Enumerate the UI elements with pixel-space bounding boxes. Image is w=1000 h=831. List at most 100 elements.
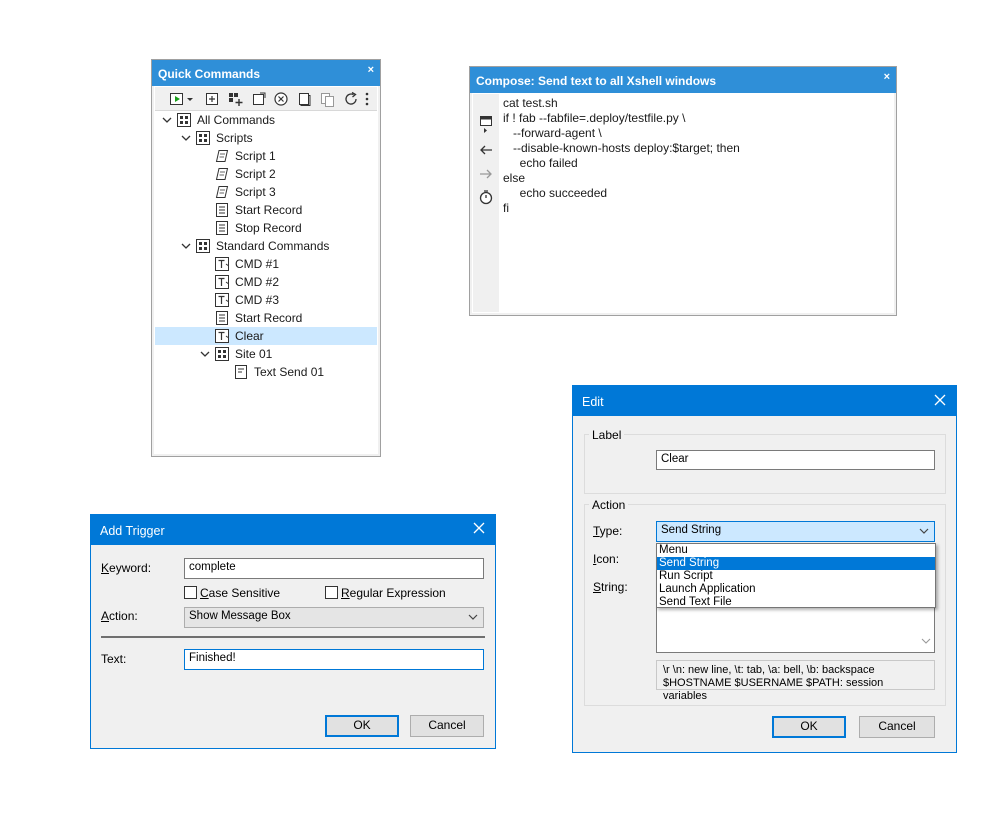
tree-item[interactable]: Script 2 [155, 165, 377, 183]
timer-icon[interactable] [478, 189, 494, 205]
refresh-icon[interactable] [343, 91, 359, 107]
quick-commands-panel: Quick Commands × All Commands Scripts Sc… [151, 59, 381, 457]
action-select[interactable]: Show Message Box [184, 607, 484, 628]
type-option[interactable]: Menu [657, 544, 935, 557]
tree-item[interactable]: Clear [155, 327, 377, 345]
compose-close-button[interactable]: × [884, 71, 890, 83]
type-option[interactable]: Run Script [657, 570, 935, 583]
dropdown-arrow-icon[interactable] [186, 91, 194, 107]
tree-item-label: All Commands [197, 113, 276, 127]
text-cmd-icon [215, 275, 229, 289]
tree-item[interactable]: CMD #1 [155, 255, 377, 273]
tree-item[interactable]: All Commands [155, 111, 377, 129]
back-arrow-icon[interactable] [478, 142, 494, 158]
tree-item-label: Script 2 [235, 167, 276, 181]
edit-icon[interactable] [251, 91, 267, 107]
text-cmd-icon [215, 293, 229, 307]
quick-commands-toolbar [155, 87, 377, 111]
separator [101, 636, 485, 638]
compose-text-area[interactable]: cat test.sh if ! fab --fabfile=.deploy/te… [503, 94, 893, 312]
tree-item[interactable]: Start Record [155, 201, 377, 219]
compose-text-line: else [503, 171, 526, 185]
keyword-label: Keyword: [101, 561, 152, 575]
type-dropdown-list[interactable]: Menu Send String Run Script Launch Applicat… [656, 543, 936, 608]
tree-item[interactable]: CMD #3 [155, 291, 377, 309]
compose-titlebar[interactable]: Compose: Send text to all Xshell windows… [470, 67, 896, 93]
tree-item-label: Start Record [235, 311, 303, 325]
tree-item[interactable]: Site 01 [155, 345, 377, 363]
close-icon[interactable] [472, 521, 486, 535]
tree-item[interactable]: Start Record [155, 309, 377, 327]
type-option[interactable]: Send String [657, 557, 935, 570]
cancel-button[interactable]: Cancel [410, 715, 484, 737]
label-input[interactable]: Clear [656, 450, 935, 470]
expand-chevron-icon[interactable] [161, 114, 173, 126]
tree-item[interactable]: Scripts [155, 129, 377, 147]
command-tree[interactable]: All Commands Scripts Script 1 Script 2 Scrip… [155, 111, 377, 453]
more-icon[interactable] [363, 91, 371, 107]
tree-item[interactable]: Text Send 01 [155, 363, 377, 381]
ok-button[interactable]: OK [325, 715, 399, 737]
tree-item-label: Clear [235, 329, 264, 343]
action-label: Action: [101, 609, 138, 623]
tree-item[interactable]: Standard Commands [155, 237, 377, 255]
edit-dialog: Edit Label Clear Action Type: Send Strin… [572, 385, 957, 753]
quick-commands-title: Quick Commands [158, 67, 261, 81]
close-icon[interactable] [933, 393, 947, 407]
add-trigger-dialog: Add Trigger Keyword: complete Case Sensi… [90, 514, 496, 749]
compose-text-line: --forward-agent \ [503, 126, 602, 140]
record-icon [215, 221, 229, 235]
add-group-icon[interactable] [227, 91, 243, 107]
edit-titlebar[interactable]: Edit [573, 386, 956, 416]
compose-text-line: if ! fab --fabfile=.deploy/testfile.py \ [503, 111, 686, 125]
group-icon [177, 113, 191, 127]
copy-icon[interactable] [296, 91, 312, 107]
tree-item-label: Site 01 [235, 347, 273, 361]
compose-title: Compose: Send text to all Xshell windows [476, 74, 717, 88]
quick-commands-close-button[interactable]: × [368, 64, 374, 76]
scroll-down-icon[interactable] [921, 636, 931, 649]
variables-hint-line: $HOSTNAME $USERNAME $PATH: session varia… [663, 677, 884, 702]
run-icon[interactable] [169, 91, 185, 107]
tree-item-label: Scripts [216, 131, 253, 145]
type-label: Type: [593, 524, 623, 538]
type-option[interactable]: Launch Application [657, 583, 935, 596]
escape-hint: \r \n: new line, \t: tab, \a: bell, \b: … [656, 660, 935, 702]
script-icon [215, 167, 229, 181]
tree-item[interactable]: Script 1 [155, 147, 377, 165]
tree-item[interactable]: CMD #2 [155, 273, 377, 291]
record-icon [215, 203, 229, 217]
chevron-down-icon [918, 525, 930, 537]
text-file-icon [234, 365, 248, 379]
tree-item-label: Text Send 01 [254, 365, 325, 379]
icon-label: Icon: [593, 552, 620, 566]
expand-chevron-icon[interactable] [180, 132, 192, 144]
expand-chevron-icon[interactable] [199, 348, 211, 360]
compose-sidebar [473, 94, 499, 312]
delete-icon[interactable] [273, 91, 289, 107]
text-cmd-icon [215, 257, 229, 271]
paste-icon[interactable] [319, 91, 335, 107]
regular-expression-checkbox[interactable] [325, 586, 338, 599]
list-icon [196, 239, 210, 253]
regular-expression-label: Regular Expression [341, 586, 446, 600]
type-select[interactable]: Send String [656, 521, 935, 542]
type-option[interactable]: Send Text File [657, 596, 935, 609]
add-icon[interactable] [204, 91, 220, 107]
tree-item[interactable]: Stop Record [155, 219, 377, 237]
tree-item-label: Script 1 [235, 149, 276, 163]
forward-arrow-icon[interactable] [478, 166, 494, 182]
keyword-input[interactable]: complete [184, 558, 484, 579]
ok-button[interactable]: OK [772, 716, 846, 738]
expand-chevron-icon[interactable] [180, 240, 192, 252]
tree-item[interactable]: Script 3 [155, 183, 377, 201]
window-icon[interactable] [478, 114, 494, 133]
tree-item-label: Start Record [235, 203, 303, 217]
case-sensitive-checkbox[interactable] [184, 586, 197, 599]
cancel-button[interactable]: Cancel [859, 716, 935, 738]
quick-commands-titlebar[interactable]: Quick Commands × [152, 60, 380, 86]
add-trigger-titlebar[interactable]: Add Trigger [91, 515, 495, 545]
text-input[interactable]: Finished! [184, 649, 484, 670]
case-sensitive-label: Case Sensitive [200, 586, 281, 600]
compose-panel: Compose: Send text to all Xshell windows… [469, 66, 897, 316]
